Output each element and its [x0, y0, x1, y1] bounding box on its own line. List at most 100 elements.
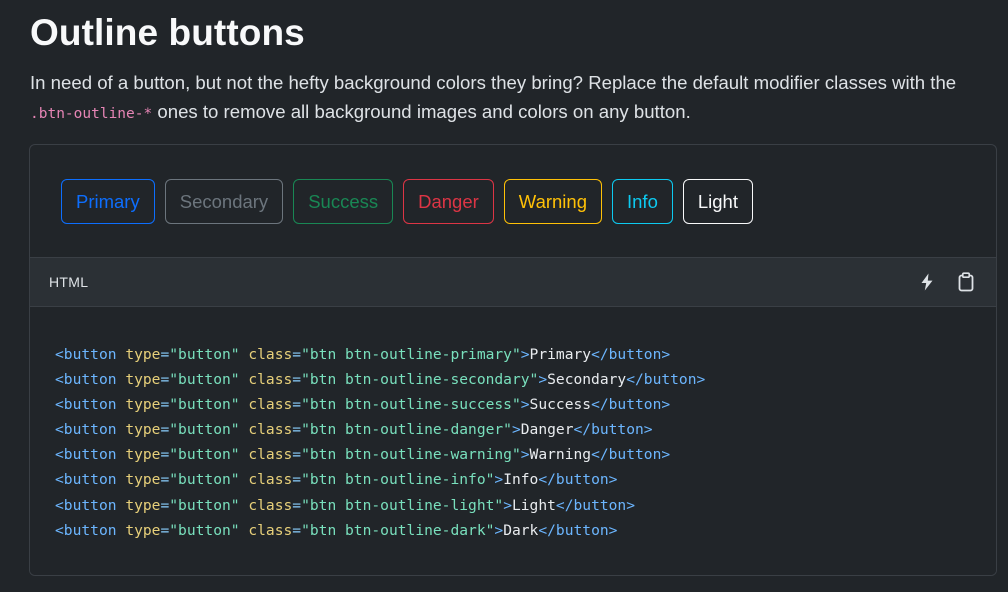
info-outline-button[interactable]: Info [612, 179, 673, 224]
intro-text-end: ones to remove all background images and… [152, 101, 691, 122]
attr-name-token: class [248, 371, 293, 389]
code-line: <button type="button" class="btn btn-out… [55, 417, 705, 442]
button-text-token: Secondary [547, 371, 627, 389]
tag-name-token: button [555, 521, 609, 539]
code-language-label: HTML [49, 274, 89, 290]
button-text-token: Warning [529, 446, 592, 464]
tag-name-token: button [63, 421, 117, 439]
equals-token: = [292, 521, 302, 539]
equals-token: = [292, 446, 302, 464]
equals-token: = [160, 396, 170, 414]
attr-name-token: class [248, 496, 293, 514]
attr-value-token: "button" [169, 471, 240, 489]
close-bracket-token: > [494, 521, 504, 539]
attr-value-token: "button" [169, 521, 240, 539]
equals-token: = [292, 371, 302, 389]
clipboard-icon[interactable] [956, 272, 976, 292]
button-text-token: Light [511, 496, 556, 514]
warning-outline-button[interactable]: Warning [503, 179, 602, 224]
class-value-token: "btn btn-outline-secondary" [301, 371, 539, 389]
inline-code: .btn-outline-* [30, 106, 153, 122]
section-intro: In need of a button, but not the hefty b… [30, 68, 1002, 129]
equals-token: = [292, 471, 302, 489]
code-line: <button type="button" class="btn btn-out… [55, 367, 705, 392]
class-value-token: "btn btn-outline-dark" [301, 521, 495, 539]
class-value-token: "btn btn-outline-danger" [301, 421, 512, 439]
class-value-token: "btn btn-outline-info" [301, 471, 495, 489]
danger-outline-button[interactable]: Danger [403, 179, 494, 224]
close-bracket-token: > [608, 521, 618, 539]
end-tag-open-token: </ [538, 521, 556, 539]
button-text-token: Info [503, 471, 539, 489]
code-line: <button type="button" class="btn btn-out… [55, 342, 705, 367]
open-bracket-token: < [55, 521, 64, 539]
tag-name-token: button [63, 346, 117, 363]
attr-name-token: type [125, 446, 161, 464]
tag-name-token: button [608, 346, 662, 363]
attr-name-token: type [125, 371, 161, 389]
equals-token: = [160, 346, 170, 363]
equals-token: = [292, 346, 302, 363]
attr-name-token: type [125, 496, 161, 514]
class-value-token: "btn btn-outline-light" [301, 496, 504, 514]
attr-name-token: class [248, 396, 293, 414]
end-tag-open-token: </ [591, 446, 609, 464]
button-text-token: Primary [529, 346, 592, 363]
tag-name-token: button [63, 371, 117, 389]
end-tag-open-token: </ [573, 421, 592, 439]
code-header: HTML [30, 258, 996, 307]
button-text-token: Danger [520, 421, 574, 439]
code-line: <button type="button" class="btn btn-out… [55, 442, 705, 467]
tag-name-token: button [608, 396, 662, 414]
close-bracket-token: > [494, 471, 504, 489]
open-bracket-token: < [55, 346, 64, 363]
open-bracket-token: < [55, 496, 64, 514]
tag-name-token: button [591, 421, 644, 439]
tag-name-token: button [63, 521, 117, 539]
attr-value-token: "button" [169, 396, 240, 414]
button-text-token: Dark [503, 521, 539, 539]
close-bracket-token: > [511, 421, 521, 439]
attr-name-token: type [125, 471, 161, 489]
tag-name-token: button [573, 496, 627, 514]
close-bracket-token: > [626, 496, 636, 514]
light-outline-button[interactable]: Light [682, 179, 753, 224]
close-bracket-token: > [696, 371, 706, 389]
primary-outline-button[interactable]: Primary [61, 179, 155, 224]
lightning-icon[interactable] [917, 272, 937, 292]
example-box: Primary Secondary Success Danger Warning… [29, 144, 997, 576]
equals-token: = [160, 446, 170, 464]
section-title: Outline buttons [30, 12, 305, 53]
end-tag-open-token: </ [591, 346, 609, 363]
end-tag-open-token: </ [538, 471, 556, 489]
attr-name-token: class [248, 446, 293, 464]
equals-token: = [160, 496, 170, 514]
button-row: Primary Secondary Success Danger Warning… [61, 179, 753, 224]
secondary-outline-button[interactable]: Secondary [164, 179, 284, 224]
tag-name-token: button [63, 396, 117, 414]
attr-name-token: type [125, 396, 161, 414]
attr-name-token: class [248, 471, 293, 489]
class-value-token: "btn btn-outline-warning" [301, 446, 521, 464]
tag-name-token: button [63, 471, 117, 489]
close-bracket-token: > [520, 396, 530, 414]
attr-value-token: "button" [169, 346, 240, 363]
class-value-token: "btn btn-outline-success" [301, 396, 521, 414]
equals-token: = [160, 521, 170, 539]
equals-token: = [160, 421, 170, 439]
attr-name-token: type [125, 521, 161, 539]
open-bracket-token: < [55, 371, 64, 389]
close-bracket-token: > [661, 446, 671, 464]
success-outline-button[interactable]: Success [293, 179, 394, 224]
attr-value-token: "button" [169, 496, 240, 514]
open-bracket-token: < [55, 396, 64, 414]
attr-value-token: "button" [169, 446, 240, 464]
equals-token: = [160, 471, 170, 489]
